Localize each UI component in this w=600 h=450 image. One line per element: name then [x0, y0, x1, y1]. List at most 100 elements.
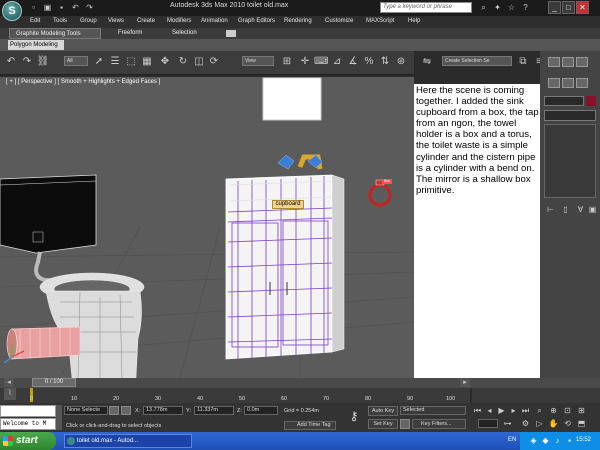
- mirror-object[interactable]: [262, 77, 322, 121]
- menu-help[interactable]: Help: [408, 18, 420, 24]
- window-crossing-icon[interactable]: ▦: [140, 55, 154, 69]
- select-and-manipulate-icon[interactable]: ✛: [298, 55, 312, 69]
- make-unique-icon[interactable]: ∀: [575, 204, 586, 215]
- tab-graphite-modeling-tools[interactable]: Graphite Modeling Tools: [9, 28, 101, 39]
- key-mode-toggle-icon[interactable]: ⊶: [502, 418, 513, 429]
- mirror-icon[interactable]: ⇋: [420, 55, 434, 69]
- play-icon[interactable]: ▶: [496, 405, 507, 416]
- curve-editor-icon[interactable]: ⌇: [4, 388, 16, 400]
- modify-panel-tab[interactable]: [562, 57, 574, 67]
- tray-network-icon[interactable]: ◈: [528, 435, 539, 446]
- time-prev-icon[interactable]: ◂: [4, 378, 14, 387]
- field-of-view-icon[interactable]: ▷: [534, 418, 545, 429]
- reference-coordinate-dropdown[interactable]: View: [242, 56, 274, 66]
- zoom-extents-icon[interactable]: ⊡: [562, 405, 573, 416]
- maxscript-listener-input[interactable]: Welcome to M: [0, 418, 56, 430]
- select-manipulate-icon[interactable]: ⟳: [207, 55, 221, 69]
- close-button[interactable]: ✕: [576, 1, 589, 14]
- auto-key-button[interactable]: Auto Key: [368, 406, 398, 416]
- subscription-icon[interactable]: ✦: [492, 2, 503, 13]
- tray-volume-icon[interactable]: ♪: [552, 435, 563, 446]
- orbit-icon[interactable]: ⟲: [562, 418, 573, 429]
- current-frame-field[interactable]: [478, 419, 498, 428]
- absolute-mode-icon[interactable]: [121, 406, 131, 415]
- menu-tools[interactable]: Tools: [53, 18, 67, 24]
- time-slider-track[interactable]: [0, 378, 600, 388]
- tab-polygon-modeling[interactable]: Polygon Modeling: [8, 40, 64, 50]
- pin-stack-icon[interactable]: ⊢: [545, 204, 556, 215]
- remove-modifier-icon[interactable]: ▣: [587, 204, 598, 215]
- key-filters-button[interactable]: Key Filters...: [412, 419, 466, 429]
- add-time-tag-button[interactable]: Add Time Tag: [284, 421, 336, 430]
- time-next-icon[interactable]: ▸: [460, 378, 470, 387]
- maximize-button[interactable]: □: [562, 1, 575, 14]
- display-panel-tab[interactable]: [562, 78, 574, 88]
- zoom-extents-all-icon[interactable]: ⊞: [576, 405, 587, 416]
- search-input[interactable]: Type a keyword or phrase: [380, 2, 472, 13]
- undo-tool-icon[interactable]: ↶: [4, 55, 18, 69]
- create-panel-tab[interactable]: [548, 57, 560, 67]
- set-key-mode-icon[interactable]: [400, 419, 410, 429]
- open-file-icon[interactable]: ▣: [42, 2, 53, 13]
- toilet-object[interactable]: [39, 272, 145, 378]
- menu-group[interactable]: Group: [80, 18, 97, 24]
- link-icon[interactable]: ⛓: [36, 55, 50, 69]
- go-to-end-icon[interactable]: ⏭: [520, 405, 531, 416]
- key-mode-icon[interactable]: ⚷: [344, 406, 364, 426]
- new-file-icon[interactable]: ▫: [28, 2, 39, 13]
- keyboard-shortcut-icon[interactable]: ⌨: [314, 55, 328, 69]
- percent-snap-icon[interactable]: %: [362, 55, 376, 69]
- save-file-icon[interactable]: ▪: [56, 2, 67, 13]
- menu-views[interactable]: Views: [108, 18, 124, 24]
- zoom-all-icon[interactable]: ⊕: [548, 405, 559, 416]
- edit-named-selection-icon[interactable]: ⊛: [394, 55, 408, 69]
- star-icon[interactable]: ☆: [506, 2, 517, 13]
- viewport-label[interactable]: [ + ] [ Perspective ] [ Smooth + Highlig…: [6, 79, 160, 85]
- menu-graph-editors[interactable]: Graph Editors: [238, 18, 275, 24]
- scale-icon[interactable]: ◫: [192, 55, 206, 69]
- zoom-icon[interactable]: ⌕: [534, 405, 545, 416]
- menu-create[interactable]: Create: [137, 18, 155, 24]
- selection-filter-dropdown[interactable]: All: [64, 56, 88, 66]
- object-color-swatch[interactable]: [586, 96, 596, 106]
- utilities-panel-tab[interactable]: [576, 78, 588, 88]
- maximize-viewport-icon[interactable]: ⬒: [576, 418, 587, 429]
- x-coordinate-field[interactable]: 13.778m: [143, 406, 183, 415]
- clock[interactable]: 15:52: [576, 437, 591, 443]
- app-logo-icon[interactable]: S: [2, 1, 22, 21]
- z-coordinate-field[interactable]: 0.0m: [244, 406, 278, 415]
- region-select-icon[interactable]: ⬚: [124, 55, 138, 69]
- snap-toggle-icon[interactable]: ⊿: [330, 55, 344, 69]
- menu-rendering[interactable]: Rendering: [284, 18, 312, 24]
- set-key-button[interactable]: Set Key: [368, 419, 398, 429]
- tap-object[interactable]: [277, 154, 323, 170]
- tray-app-icon[interactable]: ▪: [564, 435, 575, 446]
- taskbar-item-3dsmax[interactable]: toilet old.max - Autod...: [64, 434, 192, 448]
- time-configuration-icon[interactable]: ⚙: [520, 418, 531, 429]
- undo-icon[interactable]: ↶: [70, 2, 81, 13]
- motion-panel-tab[interactable]: [548, 78, 560, 88]
- select-by-name-icon[interactable]: ☰: [108, 55, 122, 69]
- menu-maxscript[interactable]: MAXScript: [366, 18, 394, 24]
- move-icon[interactable]: ✥: [158, 55, 172, 69]
- named-selection-dropdown[interactable]: Create Selection Se: [442, 56, 512, 66]
- hierarchy-panel-tab[interactable]: [576, 57, 588, 67]
- object-name-field[interactable]: [544, 96, 584, 106]
- perspective-viewport[interactable]: [0, 77, 414, 378]
- selection-lock-icon[interactable]: [109, 406, 119, 415]
- menu-modifiers[interactable]: Modifiers: [167, 18, 191, 24]
- menu-customize[interactable]: Customize: [325, 18, 353, 24]
- rotate-icon[interactable]: ↻: [176, 55, 190, 69]
- cistern-object[interactable]: [0, 174, 97, 254]
- pan-icon[interactable]: ✋: [548, 418, 559, 429]
- listener-splitter[interactable]: [56, 405, 62, 430]
- pivot-center-icon[interactable]: ⊞: [280, 55, 294, 69]
- help-icon[interactable]: ?: [520, 2, 531, 13]
- tab-selection[interactable]: Selection: [166, 28, 203, 39]
- redo-tool-icon[interactable]: ↷: [20, 55, 34, 69]
- auto-key-mode-dropdown[interactable]: Selected: [400, 406, 466, 415]
- tray-shield-icon[interactable]: ◆: [540, 435, 551, 446]
- ribbon-options-icon[interactable]: [226, 30, 236, 37]
- next-frame-icon[interactable]: ▸: [508, 405, 519, 416]
- align-icon[interactable]: ⧉: [516, 55, 530, 69]
